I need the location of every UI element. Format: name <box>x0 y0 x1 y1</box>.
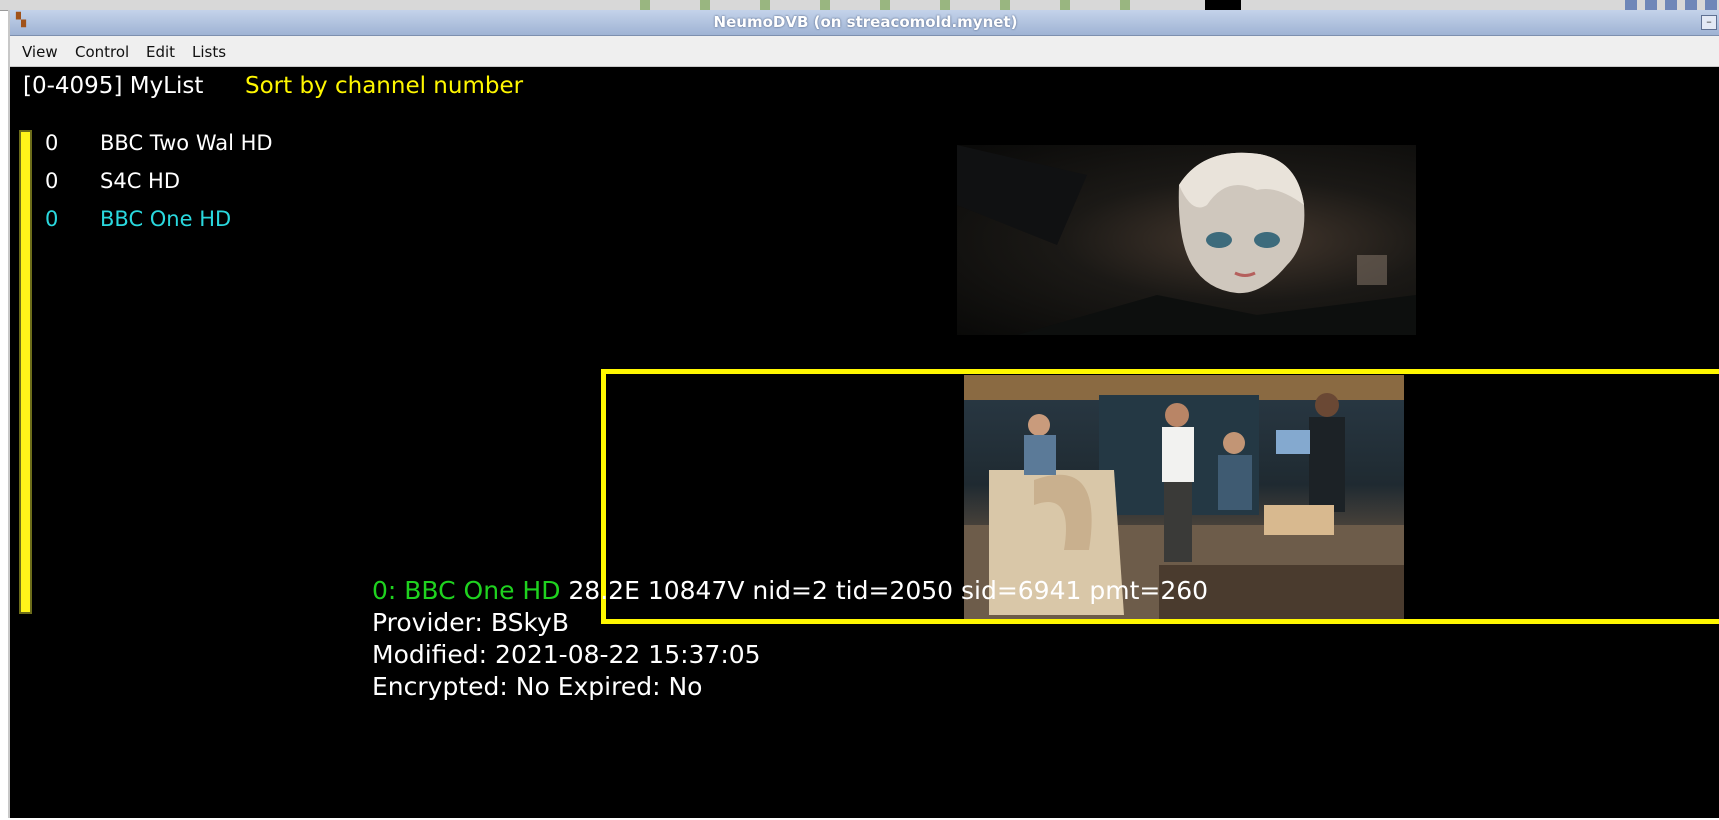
menu-lists[interactable]: Lists <box>192 43 226 61</box>
menubar: View Control Edit Lists <box>10 36 1719 67</box>
taskbar-tray-icons[interactable] <box>1625 0 1719 10</box>
window-titlebar[interactable]: ▚ NeumoDVB (on streacomold.mynet) – <box>10 10 1719 36</box>
window-title: NeumoDVB (on streacomold.mynet) <box>713 13 1018 31</box>
modified-info: Modified: 2021-08-22 15:37:05 <box>372 640 761 669</box>
menu-control[interactable]: Control <box>75 43 129 61</box>
menu-edit[interactable]: Edit <box>146 43 175 61</box>
preview-image <box>957 145 1416 335</box>
channel-view: [0-4095] MyList Sort by channel number 0… <box>10 67 1719 818</box>
encryption-info: Encrypted: No Expired: No <box>372 672 703 701</box>
channel-number: 0 <box>45 131 59 155</box>
menu-view[interactable]: View <box>22 43 58 61</box>
list-scrollbar[interactable] <box>19 130 32 614</box>
list-title: [0-4095] MyList <box>23 73 204 99</box>
provider-info: Provider: BSkyB <box>372 608 569 637</box>
channel-info-mux: 28.2E 10847V nid=2 tid=2050 sid=6941 pmt… <box>568 576 1209 605</box>
channel-number: 0 <box>45 169 59 193</box>
channel-number: 0 <box>45 207 59 231</box>
channel-info-name: 0: BBC One HD <box>372 576 561 605</box>
channel-preview-thumbnail <box>957 145 1416 335</box>
channel-name: S4C HD <box>100 169 180 193</box>
channel-name: BBC Two Wal HD <box>100 131 273 155</box>
minimize-button[interactable]: – <box>1701 15 1717 30</box>
app-window: ▚ NeumoDVB (on streacomold.mynet) – View… <box>8 10 1719 818</box>
taskbar-app-icons[interactable] <box>640 0 1180 10</box>
channel-info-line: 0: BBC One HD 28.2E 10847V nid=2 tid=205… <box>372 576 1208 605</box>
channel-name: BBC One HD <box>100 207 232 231</box>
sort-label: Sort by channel number <box>245 73 524 99</box>
taskbar-active-task[interactable] <box>1205 0 1241 10</box>
